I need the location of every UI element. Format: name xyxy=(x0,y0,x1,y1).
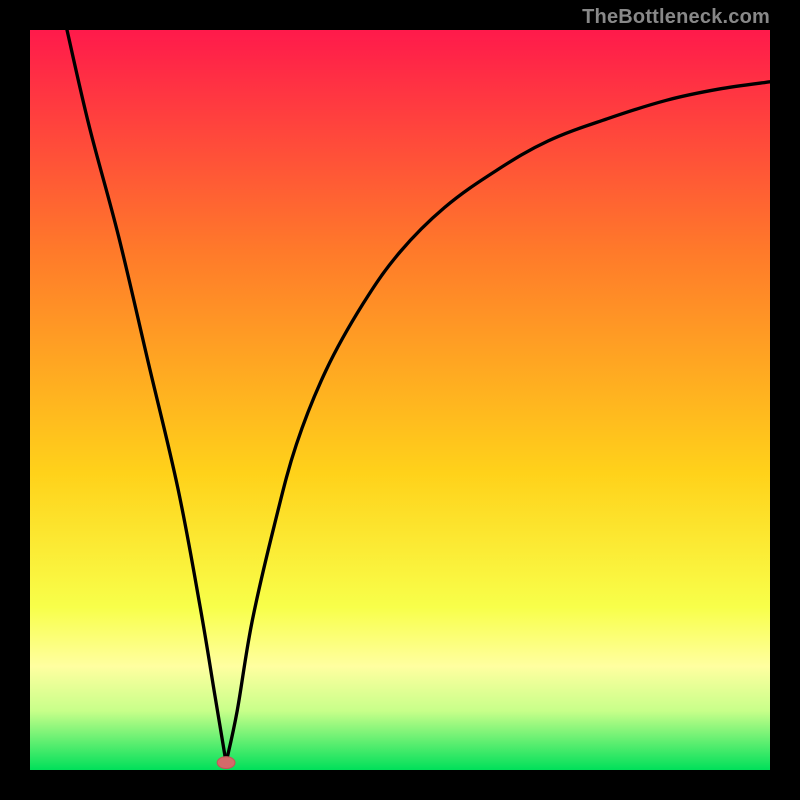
bottleneck-curve-chart xyxy=(30,30,770,770)
minimum-marker xyxy=(217,757,235,769)
chart-frame: TheBottleneck.com xyxy=(0,0,800,800)
gradient-background xyxy=(30,30,770,770)
plot-area xyxy=(30,30,770,770)
watermark-text: TheBottleneck.com xyxy=(582,6,770,29)
